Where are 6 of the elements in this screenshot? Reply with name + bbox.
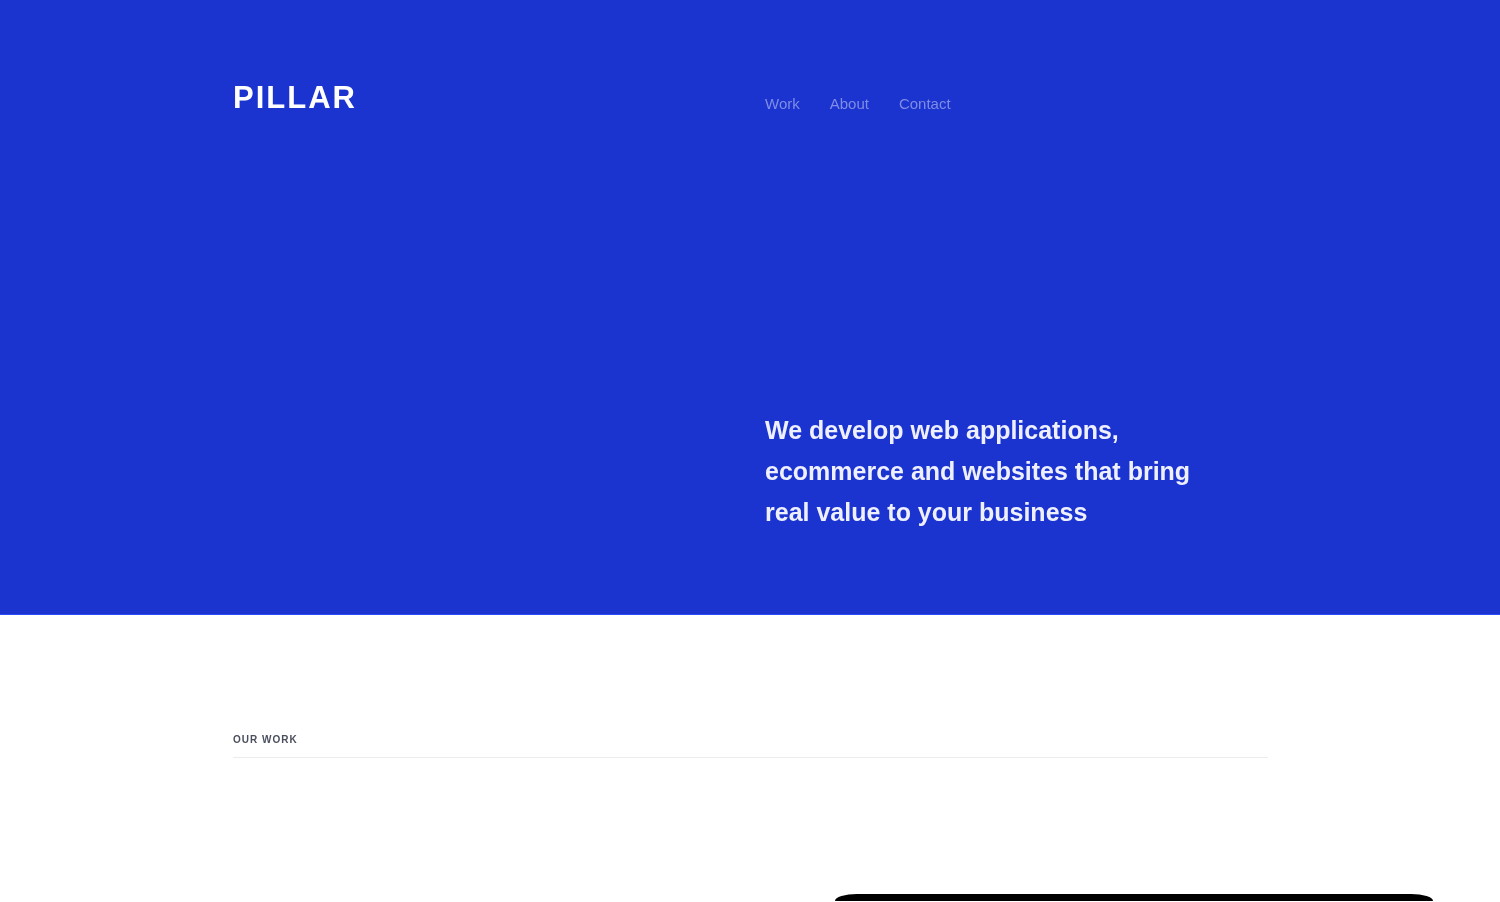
logo[interactable]: PILLAR: [233, 80, 357, 116]
section-heading: OUR WORK: [233, 733, 298, 747]
hero-tagline: We develop web applications, ecommerce and websites that bring real value to your business: [765, 415, 1192, 528]
nav-link[interactable]: Work: [765, 94, 800, 114]
nav-link[interactable]: Contact: [898, 94, 951, 114]
nav-link[interactable]: About: [829, 94, 869, 114]
